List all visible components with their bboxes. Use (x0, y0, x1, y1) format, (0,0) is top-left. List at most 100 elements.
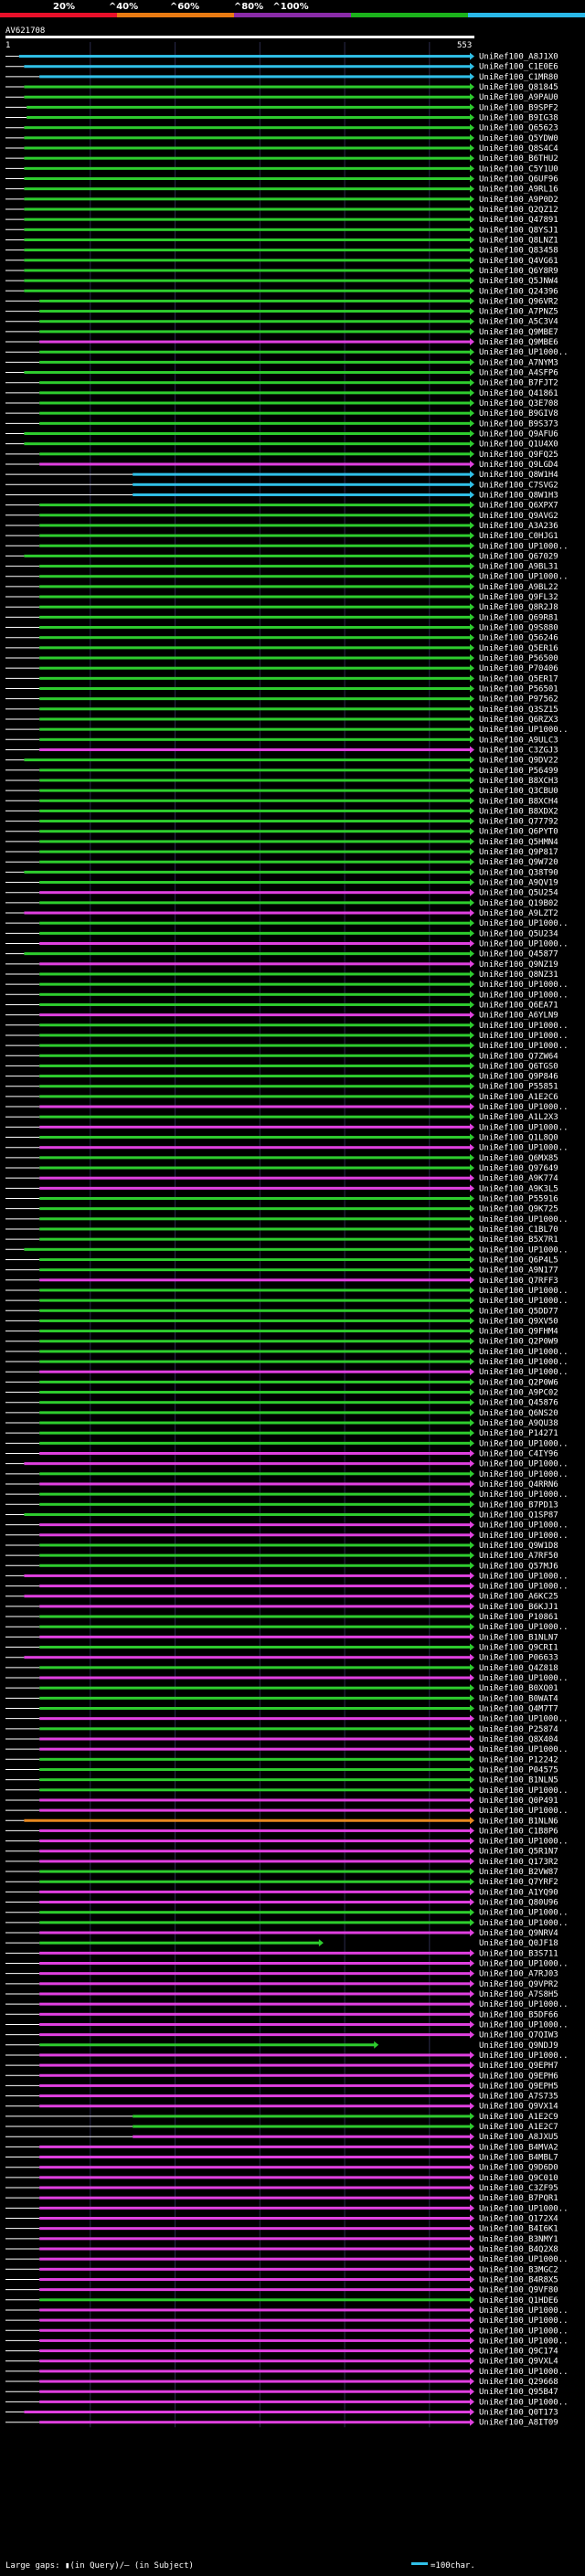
hit-label-152[interactable]: UniRef100_B6KJJ1 (479, 1603, 558, 1612)
hit-label-223[interactable]: UniRef100_UP1000.. (479, 2327, 569, 2336)
hit-label-93[interactable]: UniRef100_Q6EA71 (479, 1001, 558, 1010)
hit-label-191[interactable]: UniRef100_UP1000.. (479, 2000, 569, 2009)
hit-label-135[interactable]: UniRef100_P14271 (479, 1429, 558, 1438)
hit-label-71[interactable]: UniRef100_B8XCH3 (479, 777, 558, 786)
hit-label-49[interactable]: UniRef100_Q67029 (479, 552, 558, 561)
hit-label-1[interactable]: UniRef100_C1E0E6 (479, 63, 558, 72)
hit-label-229[interactable]: UniRef100_Q95B47 (479, 2388, 558, 2397)
hit-label-68[interactable]: UniRef100_C3ZGJ3 (479, 746, 558, 755)
hit-label-215[interactable]: UniRef100_B4Q2X8 (479, 2245, 558, 2254)
hit-label-23[interactable]: UniRef100_Q24396 (479, 287, 558, 296)
hit-label-199[interactable]: UniRef100_Q9EPH5 (479, 2082, 558, 2091)
hit-label-73[interactable]: UniRef100_B8XCH4 (479, 797, 558, 806)
hit-label-214[interactable]: UniRef100_B3NMY1 (479, 2235, 558, 2244)
hit-label-28[interactable]: UniRef100_Q9MBE6 (479, 338, 558, 347)
hit-label-213[interactable]: UniRef100_B4I6K1 (479, 2225, 558, 2234)
hit-label-16[interactable]: UniRef100_Q47891 (479, 216, 558, 225)
hit-label-218[interactable]: UniRef100_B4R8X5 (479, 2275, 558, 2284)
hit-label-220[interactable]: UniRef100_Q1HDE6 (479, 2296, 558, 2306)
hit-label-169[interactable]: UniRef100_B1NLN5 (479, 1776, 558, 1786)
hit-label-208[interactable]: UniRef100_Q9C010 (479, 2174, 558, 2183)
hit-label-188[interactable]: UniRef100_A7RJ03 (479, 1970, 558, 1979)
hit-label-24[interactable]: UniRef100_Q96VR2 (479, 297, 558, 306)
hit-label-32[interactable]: UniRef100_B7FJT2 (479, 379, 558, 388)
hit-label-53[interactable]: UniRef100_Q9FL32 (479, 593, 558, 602)
hit-label-94[interactable]: UniRef100_A6YLN9 (479, 1012, 558, 1021)
hit-label-123[interactable]: UniRef100_Q5DD77 (479, 1307, 558, 1316)
hit-label-137[interactable]: UniRef100_C4IY96 (479, 1450, 558, 1459)
hit-label-160[interactable]: UniRef100_B0XQ01 (479, 1684, 558, 1693)
hit-label-204[interactable]: UniRef100_A8JXU5 (479, 2133, 558, 2142)
hit-label-50[interactable]: UniRef100_A9BL31 (479, 563, 558, 572)
hit-label-168[interactable]: UniRef100_P04575 (479, 1765, 558, 1775)
hit-label-203[interactable]: UniRef100_A1E2C7 (479, 2123, 558, 2132)
hit-label-12[interactable]: UniRef100_Q6UF96 (479, 175, 558, 185)
hit-label-70[interactable]: UniRef100_P56499 (479, 767, 558, 776)
hit-label-205[interactable]: UniRef100_B4MVA2 (479, 2143, 558, 2152)
hit-label-3[interactable]: UniRef100_Q81845 (479, 83, 558, 92)
hit-label-38[interactable]: UniRef100_Q1U4X0 (479, 440, 558, 450)
hit-label-130[interactable]: UniRef100_Q2P0W6 (479, 1378, 558, 1387)
hit-label-77[interactable]: UniRef100_Q5HMN4 (479, 838, 558, 847)
hit-label-195[interactable]: UniRef100_Q9NDJ9 (479, 2041, 558, 2051)
hit-label-59[interactable]: UniRef100_P56500 (479, 654, 558, 663)
hit-label-136[interactable]: UniRef100_UP1000.. (479, 1439, 569, 1448)
hit-label-189[interactable]: UniRef100_Q9VPR2 (479, 1980, 558, 1989)
hit-label-172[interactable]: UniRef100_UP1000.. (479, 1807, 569, 1816)
hit-label-41[interactable]: UniRef100_Q8W1H4 (479, 471, 558, 480)
hit-label-145[interactable]: UniRef100_UP1000.. (479, 1532, 569, 1541)
hit-label-225[interactable]: UniRef100_Q9C174 (479, 2348, 558, 2357)
hit-label-13[interactable]: UniRef100_A9RL16 (479, 186, 558, 195)
hit-label-118[interactable]: UniRef100_Q6P4L5 (479, 1256, 558, 1265)
hit-label-56[interactable]: UniRef100_Q9S880 (479, 624, 558, 633)
hit-label-17[interactable]: UniRef100_Q8YSJ1 (479, 226, 558, 235)
hit-label-106[interactable]: UniRef100_Q1L8Q0 (479, 1134, 558, 1143)
hit-label-5[interactable]: UniRef100_B9SPF2 (479, 103, 558, 112)
hit-label-78[interactable]: UniRef100_Q9P817 (479, 848, 558, 857)
hit-label-30[interactable]: UniRef100_A7NYM3 (479, 358, 558, 367)
hit-label-197[interactable]: UniRef100_Q9EPH7 (479, 2062, 558, 2071)
hit-label-74[interactable]: UniRef100_B8XDX2 (479, 807, 558, 816)
hit-label-64[interactable]: UniRef100_Q3SZ15 (479, 705, 558, 715)
hit-label-102[interactable]: UniRef100_A1E2C6 (479, 1093, 558, 1102)
hit-label-128[interactable]: UniRef100_UP1000.. (479, 1358, 569, 1367)
hit-label-157[interactable]: UniRef100_P06633 (479, 1654, 558, 1663)
hit-label-226[interactable]: UniRef100_Q9VXL4 (479, 2358, 558, 2367)
hit-label-219[interactable]: UniRef100_Q9VF80 (479, 2286, 558, 2295)
hit-label-20[interactable]: UniRef100_Q4VG61 (479, 257, 558, 266)
hit-label-222[interactable]: UniRef100_UP1000.. (479, 2316, 569, 2326)
hit-label-84[interactable]: UniRef100_A9LZT2 (479, 909, 558, 918)
hit-label-216[interactable]: UniRef100_UP1000.. (479, 2255, 569, 2264)
hit-label-58[interactable]: UniRef100_Q5ER16 (479, 644, 558, 653)
hit-label-116[interactable]: UniRef100_B5X7R1 (479, 1235, 558, 1245)
hit-label-19[interactable]: UniRef100_Q83458 (479, 247, 558, 256)
hit-label-65[interactable]: UniRef100_Q6RZX3 (479, 716, 558, 725)
hit-label-138[interactable]: UniRef100_UP1000.. (479, 1460, 569, 1469)
hit-label-83[interactable]: UniRef100_Q19B02 (479, 899, 558, 908)
hit-label-61[interactable]: UniRef100_Q5ER17 (479, 674, 558, 684)
hit-label-86[interactable]: UniRef100_Q5U234 (479, 929, 558, 938)
hit-label-90[interactable]: UniRef100_Q8NZ31 (479, 970, 558, 980)
hit-label-148[interactable]: UniRef100_Q57MJ6 (479, 1562, 558, 1571)
hit-label-111[interactable]: UniRef100_A9K3L5 (479, 1184, 558, 1193)
hit-label-35[interactable]: UniRef100_B9GIV8 (479, 409, 558, 419)
hit-label-122[interactable]: UniRef100_UP1000.. (479, 1297, 569, 1306)
hit-label-155[interactable]: UniRef100_B1NLN7 (479, 1633, 558, 1642)
hit-label-55[interactable]: UniRef100_Q69R81 (479, 613, 558, 622)
hit-label-153[interactable]: UniRef100_P10861 (479, 1613, 558, 1622)
hit-label-146[interactable]: UniRef100_Q9W1D8 (479, 1542, 558, 1551)
hit-label-81[interactable]: UniRef100_A9QV19 (479, 879, 558, 888)
hit-label-175[interactable]: UniRef100_UP1000.. (479, 1838, 569, 1847)
hit-label-156[interactable]: UniRef100_Q9CRI1 (479, 1644, 558, 1653)
hit-label-7[interactable]: UniRef100_Q65623 (479, 124, 558, 133)
hit-label-113[interactable]: UniRef100_Q9K725 (479, 1205, 558, 1214)
hit-label-143[interactable]: UniRef100_Q1SP87 (479, 1511, 558, 1520)
hit-label-166[interactable]: UniRef100_UP1000.. (479, 1745, 569, 1754)
hit-label-151[interactable]: UniRef100_A6KC25 (479, 1593, 558, 1602)
hit-label-120[interactable]: UniRef100_Q7RFF3 (479, 1277, 558, 1286)
hit-label-97[interactable]: UniRef100_UP1000.. (479, 1042, 569, 1051)
hit-label-221[interactable]: UniRef100_UP1000.. (479, 2306, 569, 2316)
hit-label-124[interactable]: UniRef100_Q9XV50 (479, 1317, 558, 1326)
hit-label-104[interactable]: UniRef100_A1L2X3 (479, 1113, 558, 1122)
hit-label-142[interactable]: UniRef100_B7PD13 (479, 1500, 558, 1510)
